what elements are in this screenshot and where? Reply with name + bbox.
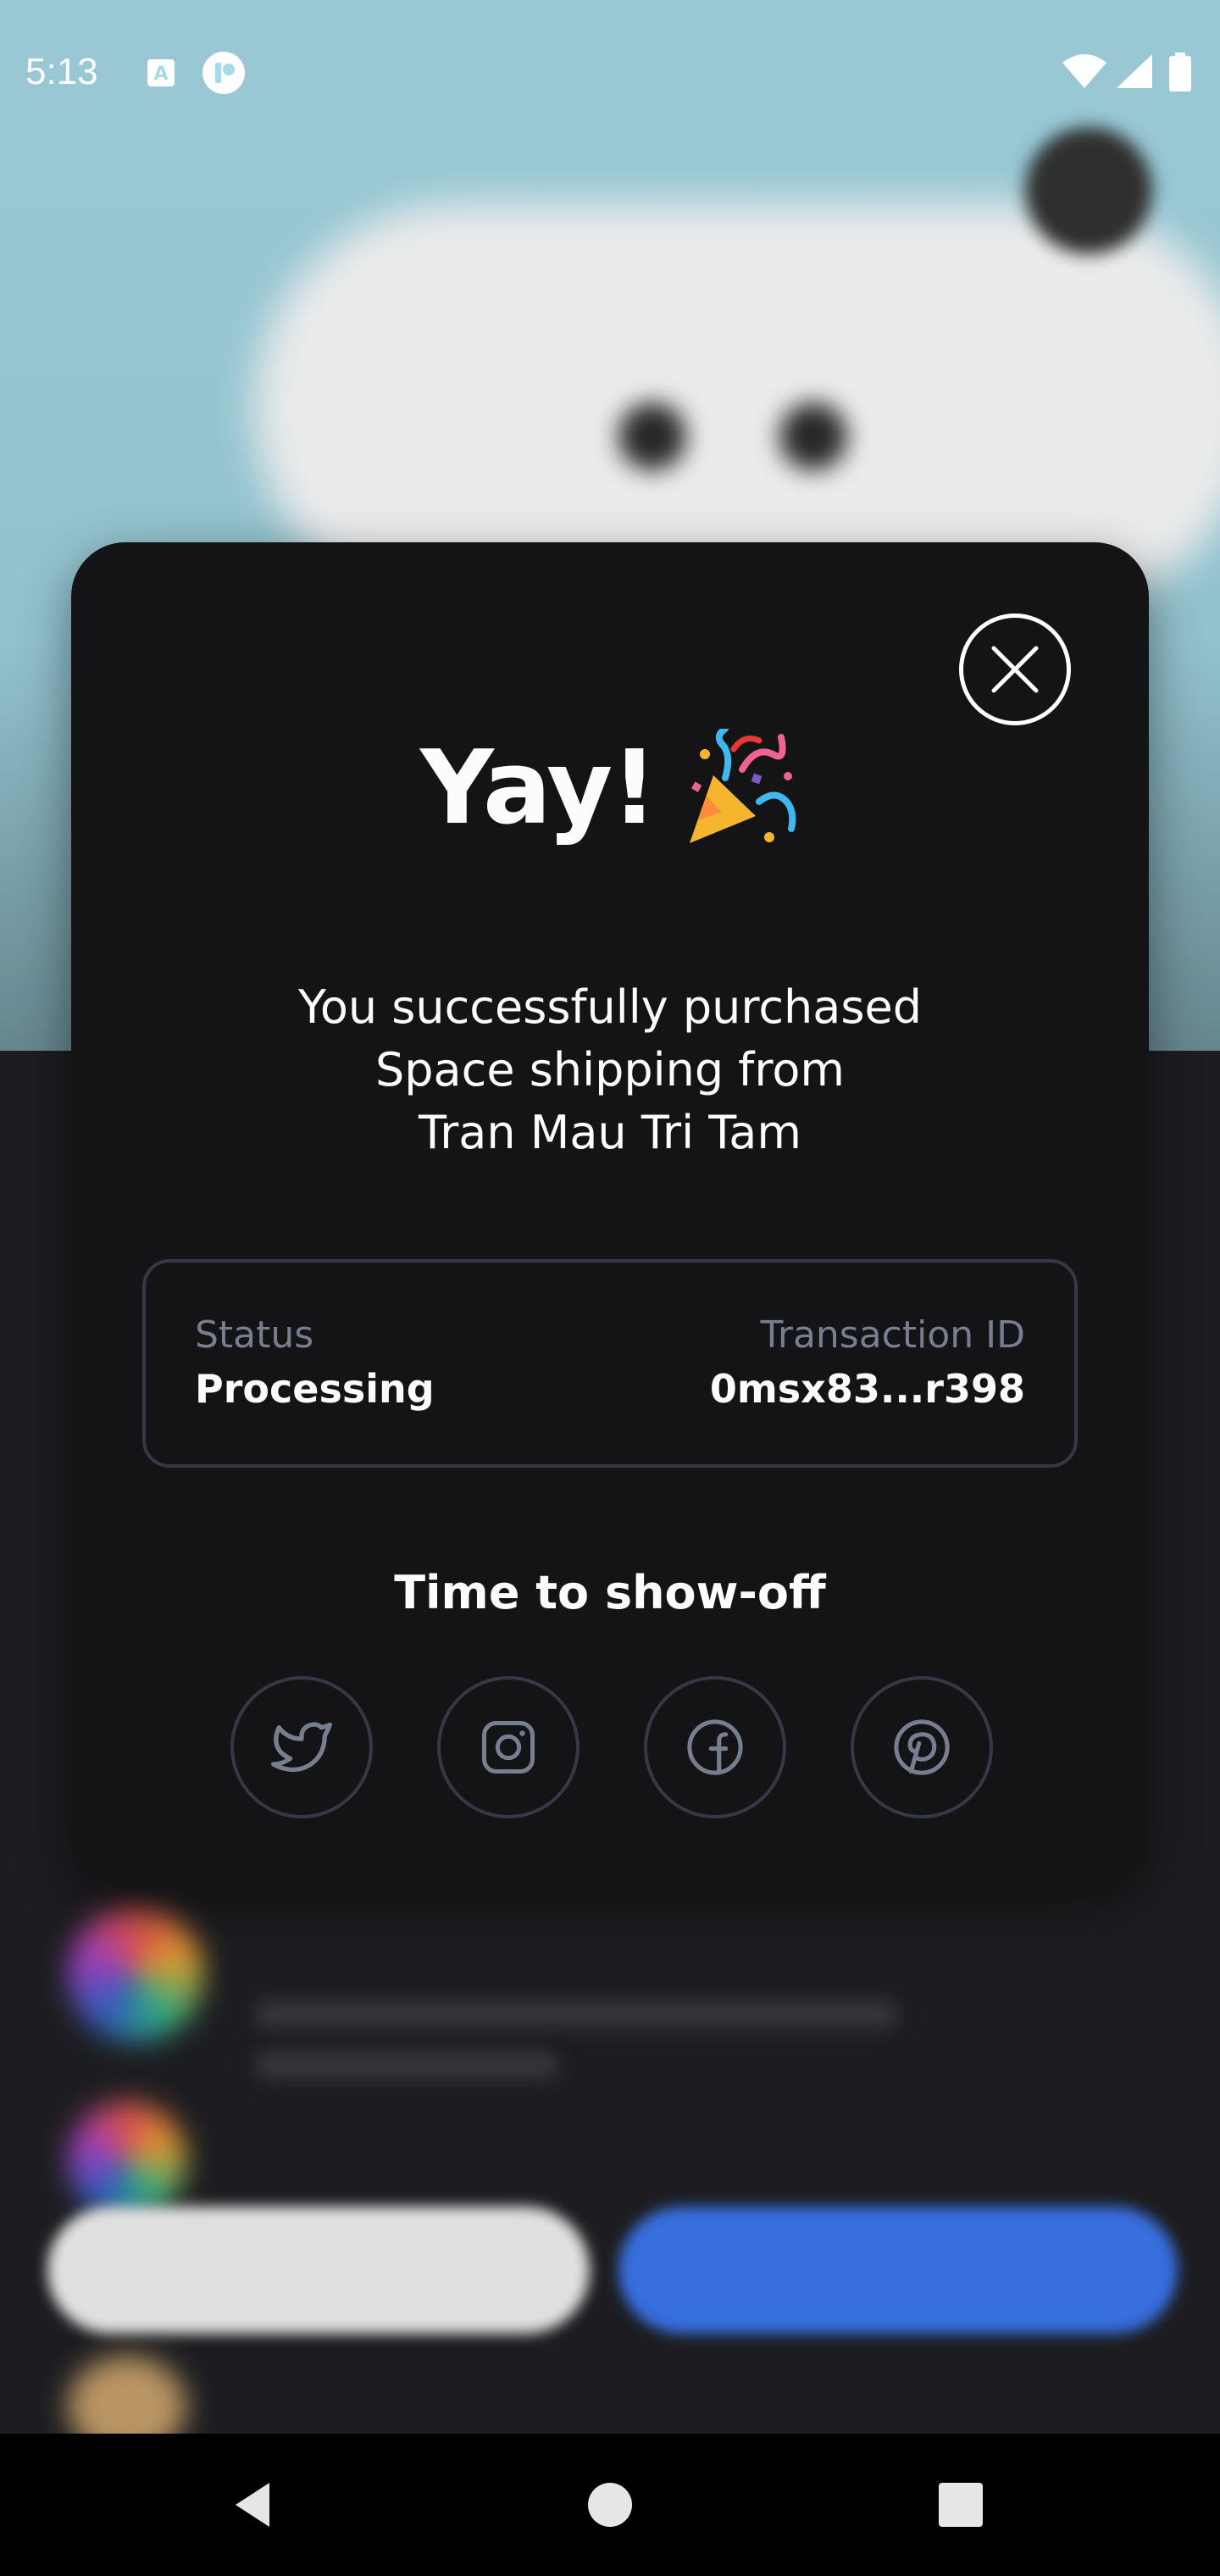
message-line: Tran Mau Tri Tam — [419, 1106, 801, 1159]
facebook-icon — [687, 1719, 743, 1775]
status-bar: 5:13 A — [0, 0, 1220, 144]
share-heading: Time to show-off — [394, 1566, 826, 1619]
message-line: You successfully purchased — [298, 980, 922, 1034]
title-row: Yay! — [71, 725, 1149, 847]
share-pinterest-button[interactable] — [851, 1676, 993, 1818]
recents-icon — [939, 2483, 983, 2527]
keyboard-a-icon: A — [144, 56, 178, 90]
purchase-success-modal: Yay! You successfully purchased Space sh… — [71, 542, 1149, 1888]
nav-recents-button[interactable] — [927, 2471, 995, 2539]
status-time: 5:13 — [25, 51, 98, 92]
home-icon — [588, 2483, 632, 2527]
cellular-signal-icon — [1115, 53, 1154, 90]
app-notification-icon — [202, 51, 246, 95]
share-twitter-button[interactable] — [230, 1676, 373, 1818]
status-label: Status — [195, 1313, 314, 1357]
transaction-id-value[interactable]: 0msx83...r398 — [710, 1366, 1025, 1412]
party-popper-icon — [681, 725, 800, 847]
transaction-details-card: Status Processing Transaction ID 0msx83.… — [142, 1259, 1078, 1468]
share-buttons — [230, 1676, 993, 1818]
status-value: Processing — [195, 1366, 435, 1412]
share-facebook-button[interactable] — [644, 1676, 786, 1818]
share-instagram-button[interactable] — [437, 1676, 580, 1818]
system-navigation-bar — [0, 2434, 1220, 2576]
close-button[interactable] — [959, 613, 1071, 725]
screen: 5:13 A Yay! You successfully purchased S… — [0, 0, 1220, 2576]
back-icon — [236, 2483, 269, 2527]
nav-home-button[interactable] — [576, 2471, 644, 2539]
transaction-id-label: Transaction ID — [760, 1313, 1025, 1357]
battery-icon — [1167, 53, 1193, 92]
modal-title: Yay! — [419, 729, 657, 847]
twitter-icon — [271, 1722, 333, 1773]
pinterest-icon — [894, 1719, 950, 1775]
wifi-icon — [1061, 53, 1108, 90]
instagram-icon — [481, 1720, 535, 1774]
close-icon — [991, 646, 1039, 693]
nav-back-button[interactable] — [220, 2471, 288, 2539]
svg-text:A: A — [153, 64, 168, 85]
message-line: Space shipping from — [375, 1043, 845, 1096]
purchase-message: You successfully purchased Space shippin… — [71, 976, 1149, 1164]
